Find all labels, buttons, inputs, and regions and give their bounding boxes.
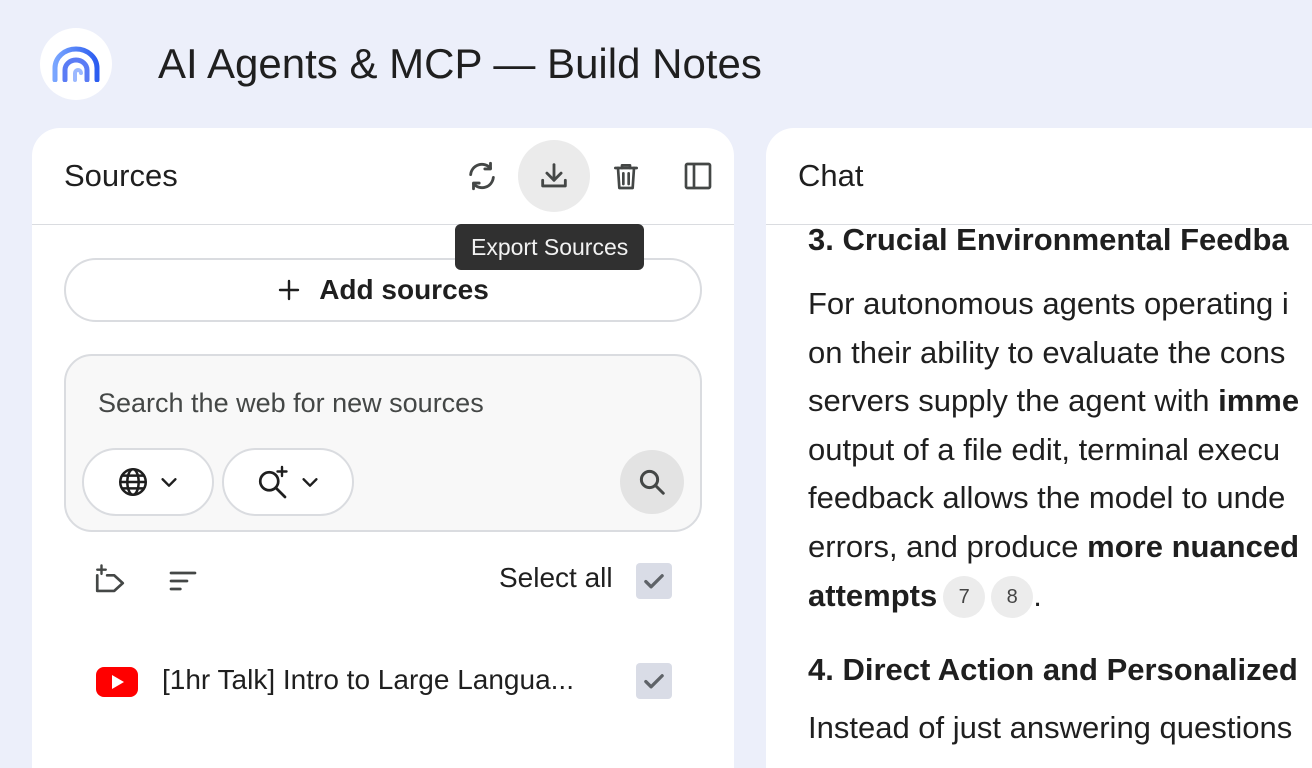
plus-icon: [278, 279, 300, 301]
refresh-button[interactable]: [446, 140, 518, 212]
research-mode-dropdown[interactable]: [222, 448, 354, 516]
sources-header: Sources: [32, 128, 734, 225]
trash-icon: [614, 164, 638, 190]
chevron-down-icon: [302, 478, 318, 487]
youtube-icon: [96, 667, 138, 697]
response-line: Instead of just answering questions: [808, 710, 1293, 746]
export-sources-tooltip: Export Sources: [455, 224, 645, 270]
response-line: output of a file edit, terminal execu: [808, 431, 1281, 467]
checkmark-icon: [644, 674, 664, 689]
response-line: errors, and produce more nuanced: [808, 523, 1312, 572]
refresh-icon: [469, 161, 495, 191]
add-sources-label: Add sources: [319, 274, 489, 305]
chat-panel: Chat 3. Crucial Environmental Feedba For…: [766, 128, 1312, 768]
select-all-label: Select all: [499, 562, 613, 593]
notebook-title[interactable]: AI Agents & MCP — Build Notes: [158, 38, 762, 90]
web-source-dropdown[interactable]: [82, 448, 214, 516]
rainbow-arc-logo-icon: [52, 46, 100, 82]
chat-response: 3. Crucial Environmental Feedba For auto…: [808, 220, 1312, 753]
source-checkbox[interactable]: [636, 663, 672, 699]
web-search-box: [64, 354, 702, 532]
response-bold-text: more nuanced: [1087, 528, 1300, 564]
chat-header: Chat: [766, 128, 1312, 225]
response-text: .: [1033, 577, 1042, 613]
citation-chip[interactable]: 8: [991, 576, 1034, 619]
section-heading: 3. Crucial Environmental Feedba: [808, 222, 1289, 257]
globe-icon: [118, 467, 148, 497]
checkmark-icon: [644, 574, 664, 589]
sources-title: Sources: [64, 158, 178, 193]
response-text: servers supply the agent with: [808, 383, 1219, 419]
search-submit-button[interactable]: [620, 450, 684, 514]
response-line: on their ability to evaluate the cons: [808, 334, 1286, 370]
panel-collapse-icon: [684, 162, 712, 190]
download-icon: [541, 163, 567, 188]
response-line: feedback allows the model to unde: [808, 480, 1286, 516]
response-line: attempts 7 8.: [808, 572, 1312, 621]
citation-chip[interactable]: 7: [943, 576, 986, 619]
response-bold-text: imme: [1218, 383, 1300, 419]
response-line: servers supply the agent with imme: [808, 377, 1312, 426]
sparkle-search-icon: [258, 465, 288, 499]
source-item[interactable]: [1hr Talk] Intro to Large Langua...: [32, 658, 734, 706]
collapse-panel-button[interactable]: [662, 140, 734, 212]
response-line: For autonomous agents operating i: [808, 286, 1289, 321]
export-sources-button[interactable]: [518, 140, 590, 212]
chat-title: Chat: [798, 158, 864, 193]
label-sparkle-icon[interactable]: [92, 564, 128, 598]
section-heading: 4. Direct Action and Personalized: [808, 652, 1298, 688]
source-title: [1hr Talk] Intro to Large Langua...: [162, 664, 574, 695]
app-logo[interactable]: [40, 28, 112, 100]
sort-icon[interactable]: [166, 565, 200, 597]
response-bold-text: attempts: [808, 577, 938, 613]
web-search-input[interactable]: [96, 382, 620, 424]
response-text: errors, and produce: [808, 528, 1088, 564]
chevron-down-icon: [161, 478, 177, 487]
sources-toolbar: Select all: [32, 558, 734, 608]
select-all-checkbox[interactable]: [636, 563, 672, 599]
delete-button[interactable]: [590, 140, 662, 212]
search-icon: [639, 469, 665, 495]
